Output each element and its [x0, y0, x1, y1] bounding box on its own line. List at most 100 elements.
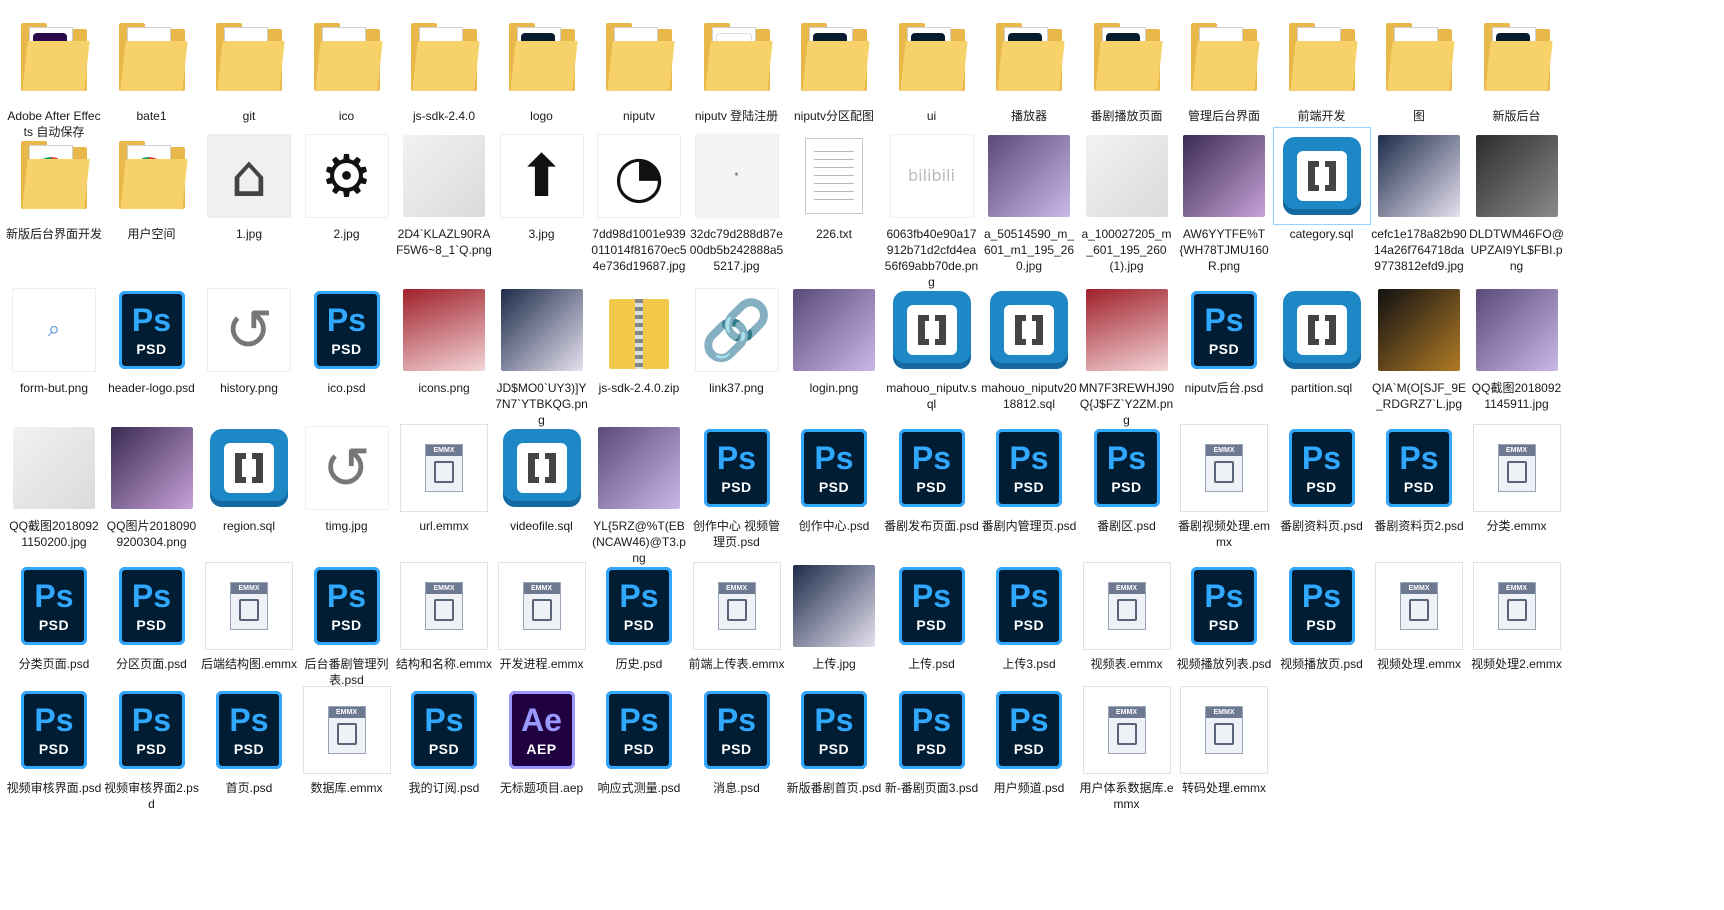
file-item[interactable]: videofile.sql — [494, 420, 590, 534]
file-item[interactable]: EMMX 分类.emmx — [1469, 420, 1565, 534]
file-item[interactable]: Ps PSD 创作中心.psd — [786, 420, 882, 534]
file-name-label: 创作中心 视频管理页.psd — [692, 519, 781, 549]
file-item[interactable]: 226.txt — [786, 128, 882, 242]
file-item[interactable]: Ps PSD 新-番剧页面3.psd — [884, 682, 980, 796]
file-item[interactable]: 新版后台界面开发 — [6, 128, 102, 242]
file-item[interactable]: a_100027205_m_601_195_260 (1).jpg — [1079, 128, 1175, 274]
file-item[interactable]: JD$MO0`UY3)]Y7N7`YTBKQG.png — [494, 282, 590, 428]
file-item[interactable]: Ps PSD niputv后台.psd — [1176, 282, 1272, 396]
file-item[interactable]: niputv — [591, 10, 687, 124]
file-item[interactable]: AW6YYTFE%T{WH78TJMU160R.png — [1176, 128, 1272, 274]
file-item[interactable]: JS niputv 登陆注册 — [689, 10, 785, 124]
file-item[interactable]: Ps 新版后台 — [1469, 10, 1565, 124]
file-item[interactable]: ◔ 7dd98d1001e939011014f81670ec54e736d1968… — [591, 128, 687, 274]
file-item[interactable]: ico — [299, 10, 395, 124]
file-item[interactable]: 上传.jpg — [786, 558, 882, 672]
file-item[interactable]: mahouo_niputv2018812.sql — [981, 282, 1077, 412]
file-item[interactable]: 2D4`KLAZL90RAF5W6~8_1`Q.png — [396, 128, 492, 258]
file-item[interactable]: EMMX 前端上传表.emmx — [689, 558, 785, 672]
file-item[interactable]: Ps PSD 视频审核界面.psd — [6, 682, 102, 796]
file-item[interactable]: EMMX 视频表.emmx — [1079, 558, 1175, 672]
file-item[interactable]: icons.png — [396, 282, 492, 396]
file-item[interactable]: QQ图片20180909200304.png — [104, 420, 200, 550]
file-item[interactable]: Ps PSD 分区页面.psd — [104, 558, 200, 672]
file-item[interactable]: Ps PSD 后台番剧管理列表.psd — [299, 558, 395, 688]
file-item[interactable]: EMMX 转码处理.emmx — [1176, 682, 1272, 796]
file-item[interactable]: EMMX 后端结构图.emmx — [201, 558, 297, 672]
file-item[interactable]: QQ截图20180921145911.jpg — [1469, 282, 1565, 412]
file-item[interactable]: Ps PSD 创作中心 视频管理页.psd — [689, 420, 785, 550]
file-item[interactable]: EMMX 数据库.emmx — [299, 682, 395, 796]
file-item[interactable]: Ps PSD 视频播放页.psd — [1274, 558, 1370, 672]
file-item[interactable]: Ps PSD 消息.psd — [689, 682, 785, 796]
file-item[interactable]: js-sdk-2.4.0 — [396, 10, 492, 124]
file-item[interactable]: login.png — [786, 282, 882, 396]
file-item[interactable]: Ps PSD 我的订阅.psd — [396, 682, 492, 796]
file-item[interactable]: ↺ timg.jpg — [299, 420, 395, 534]
file-item[interactable]: Ps PSD 番剧资料页.psd — [1274, 420, 1370, 534]
file-item[interactable]: Ps 播放器 — [981, 10, 1077, 124]
file-item[interactable]: Ps PSD 上传3.psd — [981, 558, 1077, 672]
file-item[interactable]: mahouo_niputv.sql — [884, 282, 980, 412]
file-item[interactable]: ⌂ 1.jpg — [201, 128, 297, 242]
file-item[interactable]: partition.sql — [1274, 282, 1370, 396]
file-item[interactable]: Ps PSD 番剧内管理页.psd — [981, 420, 1077, 534]
file-item[interactable]: git — [201, 10, 297, 124]
file-item[interactable]: EMMX 视频处理.emmx — [1371, 558, 1467, 672]
file-item[interactable]: category.sql — [1272, 127, 1371, 242]
file-item[interactable]: ↺ history.png — [201, 282, 297, 396]
mindmap-icon: EMMX — [1079, 558, 1175, 654]
file-item[interactable]: Ps 番剧播放页面 — [1079, 10, 1175, 124]
file-item[interactable]: bilibili 6063fb40e90a17912b71d2cfd4ea56f6… — [884, 128, 980, 290]
photoshop-icon: Ps PSD — [884, 558, 980, 654]
file-item[interactable]: Ps PSD 视频播放列表.psd — [1176, 558, 1272, 672]
photoshop-icon: Ps PSD — [104, 558, 200, 654]
file-item[interactable]: Ps PSD ico.psd — [299, 282, 395, 396]
file-item[interactable]: js-sdk-2.4.0.zip — [591, 282, 687, 396]
file-item[interactable]: ⌕ form-but.png — [6, 282, 102, 396]
file-item[interactable]: ⬆ 3.jpg — [494, 128, 590, 242]
file-item[interactable]: 管理后台界面 — [1176, 10, 1272, 124]
file-item[interactable]: EMMX 结构和名称.emmx — [396, 558, 492, 672]
file-item[interactable]: EMMX url.emmx — [396, 420, 492, 534]
file-item[interactable]: Ps PSD 分类页面.psd — [6, 558, 102, 672]
file-item[interactable]: Ps niputv分区配图 — [786, 10, 882, 124]
file-item[interactable]: a_50514590_m_601_m1_195_260.jpg — [981, 128, 1077, 274]
file-item[interactable]: Ps PSD 视频审核界面2.psd — [104, 682, 200, 812]
file-item[interactable]: DLDTWM46FO@UPZAI9YL$FBI.png — [1469, 128, 1565, 274]
file-name-label: 2D4`KLAZL90RAF5W6~8_1`Q.png — [396, 227, 492, 257]
file-item[interactable]: AeAdobe After Effects 自动保存 — [6, 10, 102, 140]
file-item[interactable]: Ae AEP 无标题项目.aep — [494, 682, 590, 796]
file-item[interactable]: 🔗 link37.png — [689, 282, 785, 396]
file-item[interactable]: Ps PSD 历史.psd — [591, 558, 687, 672]
file-item[interactable]: region.sql — [201, 420, 297, 534]
file-item[interactable]: MN7F3REWHJ90Q{J$FZ`Y2ZM.png — [1079, 282, 1175, 428]
file-item[interactable]: Ps PSD 用户频道.psd — [981, 682, 1077, 796]
file-item[interactable]: EMMX 用户体系数据库.emmx — [1079, 682, 1175, 812]
file-item[interactable]: Ps logo — [494, 10, 590, 124]
file-item[interactable]: Ps PSD 响应式测量.psd — [591, 682, 687, 796]
file-item[interactable]: QQ截图20180921150200.jpg — [6, 420, 102, 550]
file-item[interactable]: Ps ui — [884, 10, 980, 124]
file-item[interactable]: Ps PSD 首页.psd — [201, 682, 297, 796]
file-item[interactable]: 前端开发 — [1274, 10, 1370, 124]
file-item[interactable]: EMMX 开发进程.emmx — [494, 558, 590, 672]
file-item[interactable]: bate1 — [104, 10, 200, 124]
file-item[interactable]: Ps PSD 新版番剧首页.psd — [786, 682, 882, 796]
file-item[interactable]: · 32dc79d288d87e00db5b242888a55217.jpg — [689, 128, 785, 274]
file-item[interactable]: YL{5RZ@%T(EB(NCAW46)@T3.png — [591, 420, 687, 566]
search-icon: ⌕ — [6, 282, 102, 378]
file-item[interactable]: Ps PSD 上传.psd — [884, 558, 980, 672]
image-icon — [591, 420, 687, 516]
file-item[interactable]: 用户空间 — [104, 128, 200, 242]
file-item[interactable]: EMMX 视频处理2.emmx — [1469, 558, 1565, 672]
file-item[interactable]: Ps PSD header-logo.psd — [104, 282, 200, 396]
file-item[interactable]: 图 — [1371, 10, 1467, 124]
file-item[interactable]: ⚙ 2.jpg — [299, 128, 395, 242]
file-item[interactable]: Ps PSD 番剧资料页2.psd — [1371, 420, 1467, 534]
file-item[interactable]: Ps PSD 番剧区.psd — [1079, 420, 1175, 534]
file-item[interactable]: EMMX 番剧视频处理.emmx — [1176, 420, 1272, 550]
file-item[interactable]: Ps PSD 番剧发布页面.psd — [884, 420, 980, 534]
file-item[interactable]: QIA`M(O[SJF_9E_RDGRZ7`L.jpg — [1371, 282, 1467, 412]
file-item[interactable]: cefc1e178a82b9014a26f764718da9773812efd9… — [1371, 128, 1467, 274]
